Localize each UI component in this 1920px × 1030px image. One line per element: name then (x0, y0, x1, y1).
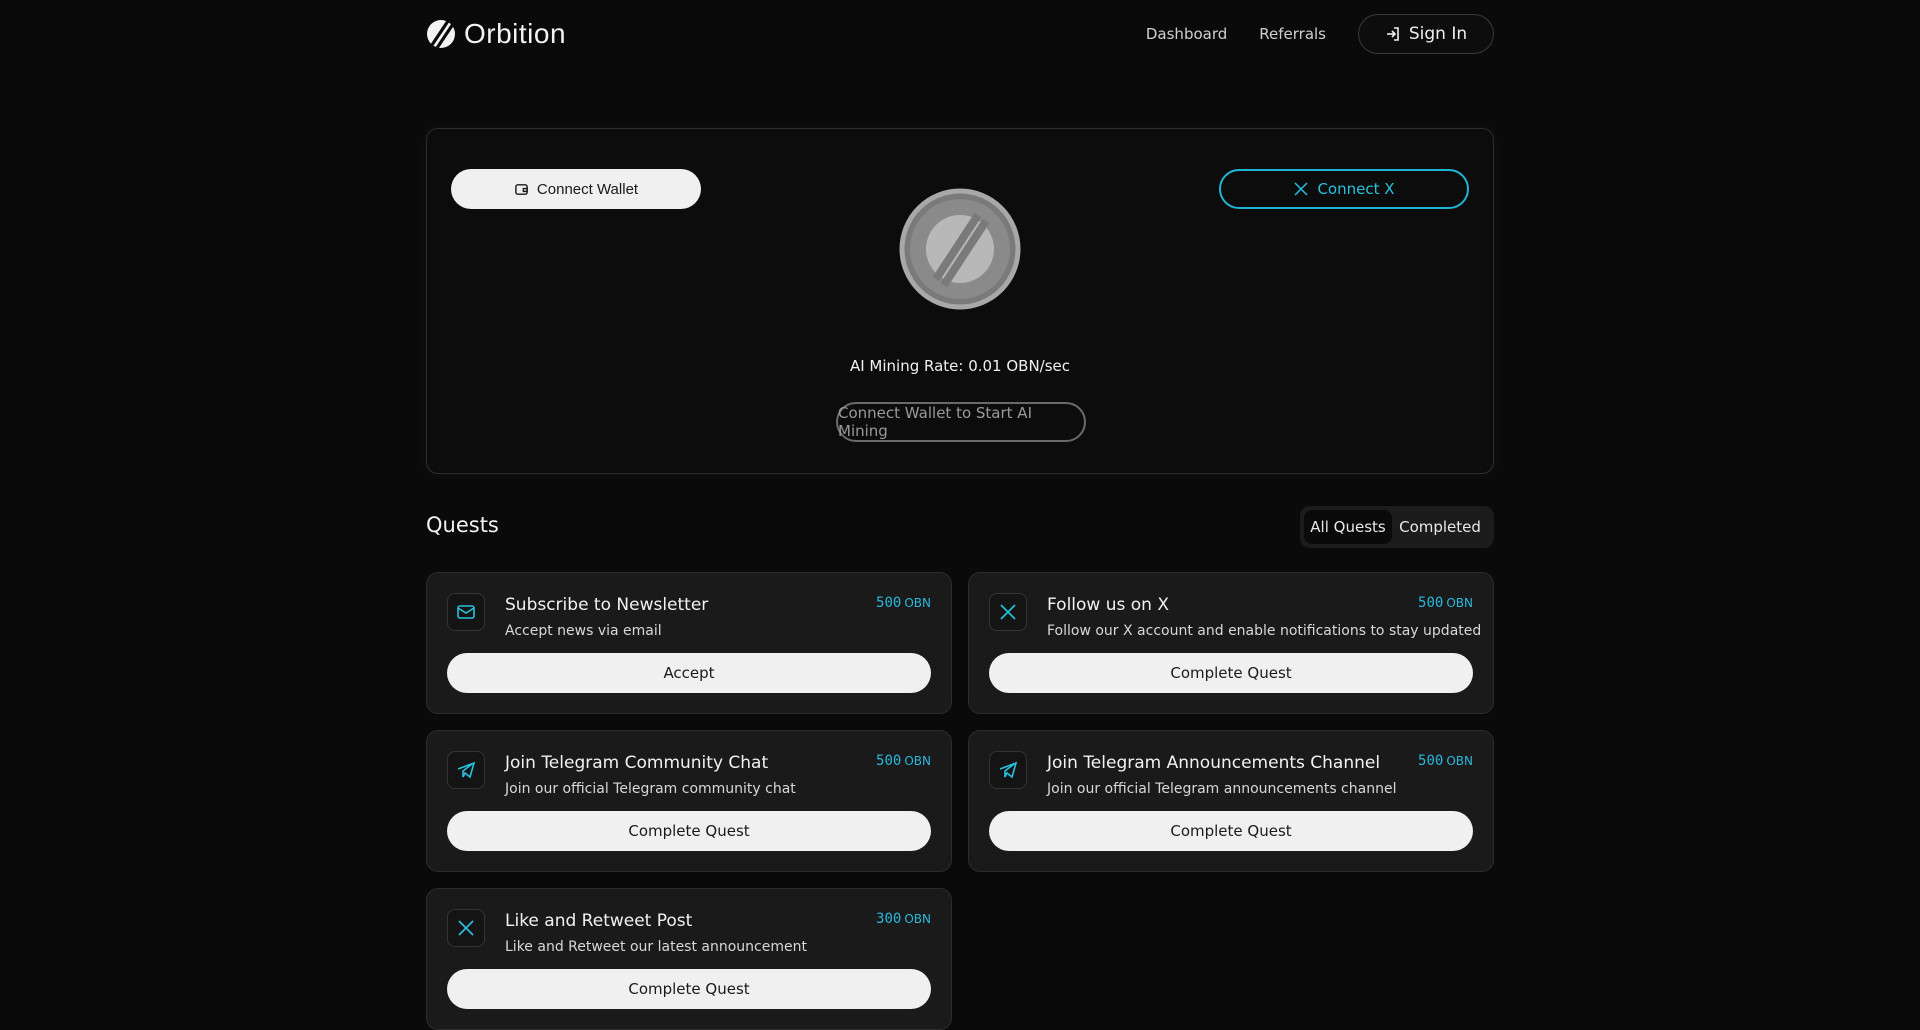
orbition-logo-icon (427, 20, 455, 49)
reward-points: 500 (1418, 753, 1444, 769)
quest-icon-box (447, 909, 485, 947)
quests-heading: Quests (426, 513, 499, 537)
quest-title: Join Telegram Community Chat (505, 753, 769, 773)
quest-reward: 500 OBN (876, 753, 931, 769)
tab-all-quests[interactable]: All Quests (1304, 510, 1392, 544)
reward-unit: OBN (1446, 754, 1473, 768)
sign-in-icon (1386, 27, 1399, 41)
complete-quest-button[interactable]: Complete Quest (989, 811, 1473, 851)
mining-orb-icon (899, 188, 1021, 310)
quest-description: Accept news via email (505, 623, 662, 639)
connect-wallet-button[interactable]: Connect Wallet (451, 169, 701, 209)
quest-icon-box (989, 593, 1027, 631)
quest-icon-box (447, 751, 485, 789)
mining-rate-text: AI Mining Rate: 0.01 OBN/sec (849, 357, 1071, 375)
sign-in-button[interactable]: Sign In (1358, 14, 1494, 54)
reward-points: 300 (876, 911, 902, 927)
quest-tabs: All Quests Completed (1300, 506, 1494, 548)
quest-icon-box (447, 593, 485, 631)
quest-title: Subscribe to Newsletter (505, 595, 709, 615)
mining-card: Connect Wallet Connect X AI Mining Rate:… (426, 128, 1494, 474)
reward-unit: OBN (904, 754, 931, 768)
reward-unit: OBN (904, 596, 931, 610)
quest-description: Join our official Telegram community cha… (505, 781, 796, 797)
quest-reward: 300 OBN (876, 911, 931, 927)
connect-x-label: Connect X (1317, 180, 1395, 198)
telegram-icon (457, 761, 476, 779)
complete-quest-button[interactable]: Complete Quest (447, 969, 931, 1009)
reward-points: 500 (1418, 595, 1444, 611)
connect-x-button[interactable]: Connect X (1219, 169, 1469, 209)
quest-reward: 500 OBN (876, 595, 931, 611)
sign-in-label: Sign In (1408, 24, 1468, 44)
quest-title: Follow us on X (1047, 595, 1169, 615)
quest-description: Follow our X account and enable notifica… (1047, 623, 1482, 639)
brand-logo[interactable]: Orbition (426, 18, 566, 50)
nav-dashboard[interactable]: Dashboard (1146, 25, 1227, 43)
complete-quest-button[interactable]: Complete Quest (989, 653, 1473, 693)
quest-title: Join Telegram Announcements Channel (1047, 753, 1381, 773)
complete-quest-button[interactable]: Complete Quest (447, 811, 931, 851)
reward-unit: OBN (1446, 596, 1473, 610)
telegram-icon (999, 761, 1018, 779)
accept-button[interactable]: Accept (447, 653, 931, 693)
quest-description: Like and Retweet our latest announcement (505, 939, 807, 955)
quest-card: Join Telegram Announcements Channel Join… (968, 730, 1494, 872)
x-logo-icon (1000, 604, 1016, 620)
reward-points: 500 (876, 595, 902, 611)
quest-title: Like and Retweet Post (505, 911, 693, 931)
quest-icon-box (989, 751, 1027, 789)
quest-reward: 500 OBN (1418, 753, 1473, 769)
top-header: Orbition Dashboard Referrals Sign In (426, 14, 1494, 58)
quest-card: Join Telegram Community Chat Join our of… (426, 730, 952, 872)
quest-description: Join our official Telegram announcements… (1047, 781, 1397, 797)
connect-wallet-label: Connect Wallet (536, 180, 639, 198)
start-mining-button[interactable]: Connect Wallet to Start AI Mining (836, 402, 1086, 442)
x-logo-icon (458, 920, 474, 936)
brand-name: Orbition (464, 18, 567, 49)
main-nav: Dashboard Referrals Sign In (1146, 14, 1494, 54)
nav-referrals[interactable]: Referrals (1259, 25, 1326, 43)
reward-points: 500 (876, 753, 902, 769)
quest-card: Like and Retweet Post Like and Retweet o… (426, 888, 952, 1030)
quest-card: Subscribe to Newsletter Accept news via … (426, 572, 952, 714)
x-logo-icon (1294, 182, 1308, 196)
quest-reward: 500 OBN (1418, 595, 1473, 611)
tab-completed[interactable]: Completed (1392, 510, 1488, 544)
mail-icon (457, 605, 475, 619)
quest-card: Follow us on X Follow our X account and … (968, 572, 1494, 714)
wallet-icon (515, 183, 528, 195)
reward-unit: OBN (904, 912, 931, 926)
